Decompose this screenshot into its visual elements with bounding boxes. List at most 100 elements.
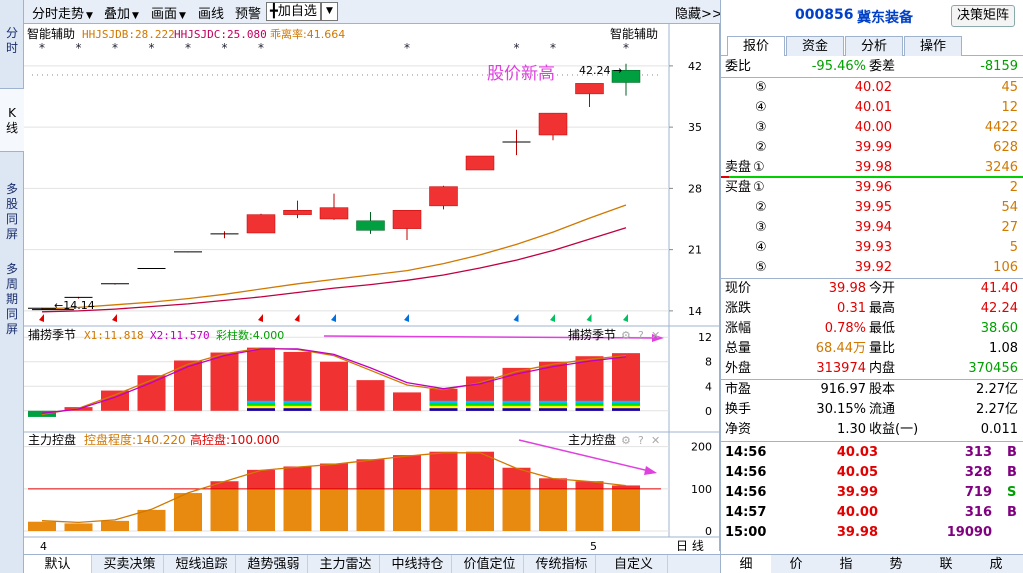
level-index: ③ (755, 220, 767, 235)
tab-linked[interactable]: 联 (921, 555, 971, 573)
close-icon[interactable]: ✕ (651, 329, 660, 342)
tab-operation[interactable]: 操作 (904, 36, 962, 56)
fundamental-row: 换手 30.15% 流通 2.27亿 (721, 400, 1023, 420)
order-level-row[interactable]: ④ 40.01 12 (721, 98, 1023, 118)
level-volume: 3246 (984, 160, 1018, 175)
tab-trend[interactable]: 势 (871, 555, 921, 573)
color-stripe (502, 403, 531, 406)
level-volume: 27 (1001, 220, 1018, 235)
gear-icon[interactable]: ⚙ (621, 329, 631, 342)
overlay-menu[interactable]: 叠加 ▼ (104, 3, 139, 22)
level-index: ⑤ (755, 80, 767, 95)
stat-value: 2.27亿 (976, 382, 1018, 397)
tab-detail[interactable]: 细 (721, 555, 771, 573)
y-tick-label: 42 (688, 60, 702, 73)
screen-menu[interactable]: 画面 ▼ (151, 3, 186, 22)
level-index: ② (755, 200, 767, 215)
chevron-down-icon: ▼ (86, 11, 93, 21)
tick-volume: 19090 (946, 525, 992, 540)
timeshare-menu[interactable]: 分时走势 ▼ (32, 3, 93, 22)
control-bar-base (429, 488, 458, 531)
tick-time: 14:56 (725, 465, 767, 480)
level-index: ③ (755, 120, 767, 135)
candle-body (429, 186, 458, 207)
legend-hhjsjdb: HHJSJDB:28.222 (82, 28, 175, 41)
tab-multi-stock[interactable]: 多 股 同 屏 (0, 182, 24, 246)
stat-label: 外盘 (725, 361, 752, 376)
tick-row: 14:56 40.05 328 B (721, 463, 1023, 483)
stat-value: 0.011 (980, 422, 1018, 437)
add-watchlist-button[interactable]: ╋加自选 (266, 2, 321, 21)
alert-button[interactable]: 预警 (235, 3, 261, 22)
stat-label: 内盘 (869, 361, 896, 376)
tick-price: 40.05 (836, 465, 878, 480)
order-level-row[interactable]: ③ 39.94 27 (721, 218, 1023, 238)
tab-quote[interactable]: 报价 (727, 36, 785, 56)
tab-main-radar[interactable]: 主力雷达 (312, 555, 380, 573)
tab-kline[interactable]: K 线 (0, 88, 24, 152)
star-marker: * (514, 41, 520, 55)
stat-value: 42.24 (980, 301, 1018, 316)
control-bar-base (210, 488, 239, 531)
kline-chart-area[interactable]: * * * * * * * * * * * 42 35 28 21 14 12 8 4 0 200 100 0 智能辅助 … (24, 24, 720, 551)
tab-mid-position[interactable]: 中线持仓 (384, 555, 452, 573)
order-level-row[interactable]: ④ 39.93 5 (721, 238, 1023, 258)
color-stripe (612, 403, 640, 406)
draw-line-button[interactable]: 画线 (198, 3, 224, 22)
hide-panel-button[interactable]: 隐藏>> (675, 3, 723, 22)
add-watchlist-dropdown[interactable]: ▼ (321, 2, 338, 21)
tab-deals[interactable]: 成 (971, 555, 1021, 573)
period-label[interactable]: 日 线 (676, 539, 704, 551)
tab-short-track[interactable]: 短线追踪 (168, 555, 236, 573)
tab-default[interactable]: 默认 (24, 555, 92, 573)
stat-label: 流通 (869, 402, 896, 417)
stat-label: 总量 (725, 341, 752, 356)
order-level-row[interactable]: ② 39.95 54 (721, 198, 1023, 218)
level-volume: 5 (1009, 240, 1018, 255)
tab-trend-strength[interactable]: 趋势强弱 (240, 555, 308, 573)
tab-value-position[interactable]: 价值定位 (456, 555, 524, 573)
candle-body (538, 112, 568, 136)
season-bar (210, 352, 239, 411)
candle-body (392, 210, 422, 229)
control-bar-base (174, 493, 202, 531)
level-index: ④ (755, 240, 767, 255)
tab-timeshare[interactable]: 分 时 (0, 26, 24, 66)
sub2-indicator-name: 主力控盘 (28, 432, 76, 447)
decision-matrix-button[interactable]: 决策矩阵 (951, 5, 1015, 27)
stat-label: 涨跌 (725, 301, 752, 316)
help-icon[interactable]: ? (638, 329, 644, 342)
app-window: 分 时 K 线 多 股 同 屏 多 周 期 同 屏 分时走势 ▼ 叠加 ▼ 画面 ▼ … (0, 0, 1023, 573)
order-level-row[interactable]: 买盘 ① 39.96 2 (721, 178, 1023, 198)
tab-trade-decision[interactable]: 买卖决策 (96, 555, 164, 573)
level-index: ② (755, 140, 767, 155)
y-tick-label: 14 (688, 305, 702, 318)
tab-custom[interactable]: 自定义 (600, 555, 668, 573)
tick-volume: 313 (964, 445, 992, 460)
help-icon[interactable]: ? (638, 434, 644, 447)
stat-value: 2.27亿 (976, 402, 1018, 417)
tab-funds[interactable]: 资金 (786, 36, 844, 56)
quote-panel: 000856 冀东装备 决策矩阵 报价 资金 分析 操作 委比 -95.46% … (720, 0, 1023, 573)
tab-multi-period[interactable]: 多 周 期 同 屏 (0, 262, 24, 342)
order-level-row[interactable]: ② 39.99 628 (721, 138, 1023, 158)
tick-row: 14:56 40.03 313 B (721, 443, 1023, 463)
order-level-row[interactable]: ⑤ 40.02 45 (721, 78, 1023, 98)
color-stripe (247, 403, 275, 406)
side-label: 卖盘 (725, 160, 752, 175)
close-icon[interactable]: ✕ (651, 434, 660, 447)
tab-price[interactable]: 价 (771, 555, 821, 573)
tick-side: B (1007, 445, 1017, 460)
gear-icon[interactable]: ⚙ (621, 434, 631, 447)
tick-price: 40.03 (836, 445, 878, 460)
order-level-row[interactable]: ③ 40.00 4422 (721, 118, 1023, 138)
tab-traditional-indicator[interactable]: 传统指标 (528, 555, 596, 573)
tab-index[interactable]: 指 (821, 555, 871, 573)
order-level-row[interactable]: 卖盘 ① 39.98 3246 (721, 158, 1023, 178)
tab-analysis[interactable]: 分析 (845, 36, 903, 56)
color-stripe (612, 408, 640, 411)
candle-body (575, 83, 604, 95)
order-level-row[interactable]: ⑤ 39.92 106 (721, 258, 1023, 278)
kline-chart[interactable]: * * * * * * * * * * * 4235282114128402001000 智能辅助 … (24, 24, 720, 551)
level-volume: 12 (1001, 100, 1018, 115)
